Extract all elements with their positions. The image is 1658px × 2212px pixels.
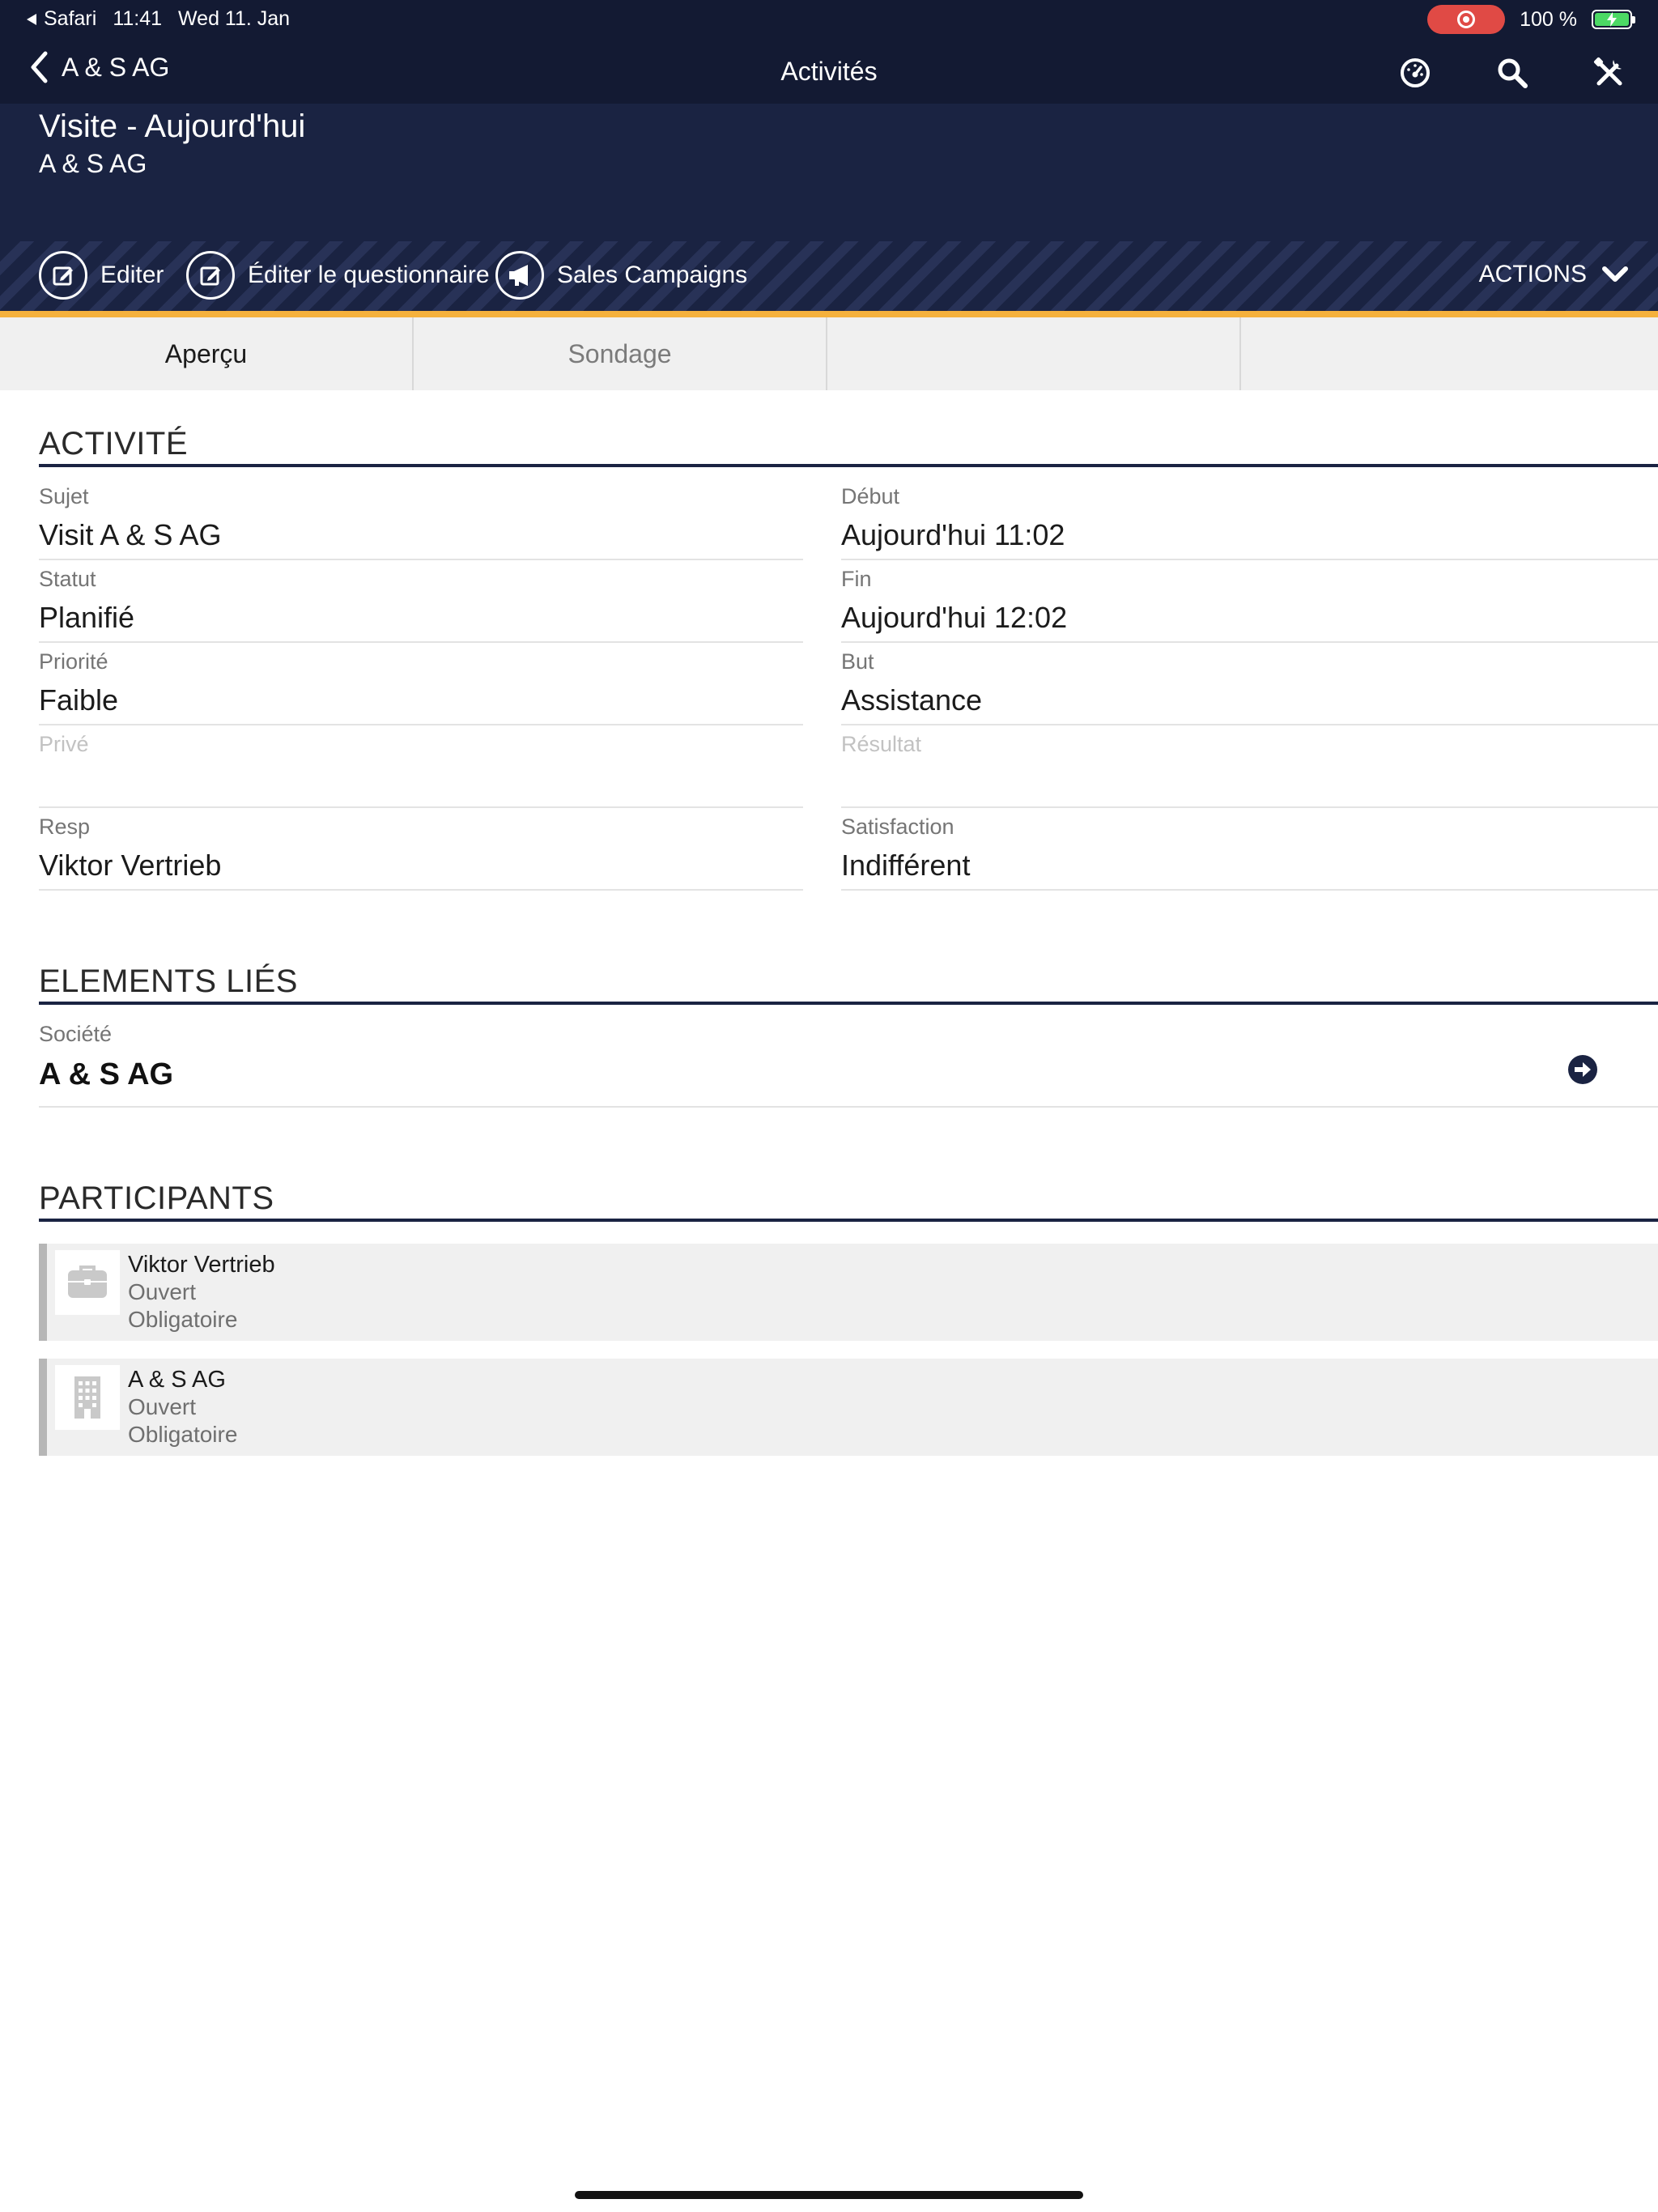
dashboard-icon (1401, 58, 1430, 87)
back-to-app[interactable]: Safari (26, 7, 96, 31)
edit-questionnaire-label: Éditer le questionnaire (248, 262, 490, 288)
participant-requirement: Obligatoire (128, 1307, 238, 1332)
dashboard-button[interactable] (1392, 50, 1438, 96)
status-time: 11:41 (113, 7, 163, 30)
edit-button-label: Editer (100, 262, 164, 288)
tools-icon (1593, 57, 1622, 86)
tab-bar: Aperçu Sondage (0, 317, 1658, 390)
field-label: Résultat (841, 732, 922, 756)
home-indicator[interactable] (575, 2191, 1083, 2199)
back-triangle-icon (27, 13, 36, 25)
tools-button[interactable] (1587, 50, 1632, 96)
field-resultat[interactable]: Résultat (841, 725, 1658, 808)
linked-company-label: Société (39, 1022, 113, 1046)
action-toolbar: Editer Éditer le questionnaire Sales Cam… (0, 241, 1658, 311)
field-value: Aujourd'hui 11:02 (841, 518, 1065, 551)
participant-name: Viktor Vertrieb (128, 1252, 275, 1278)
field-value: Assistance (841, 683, 983, 717)
back-app-label: Safari (44, 7, 97, 30)
participant-item[interactable]: A & S AG Ouvert Obligatoire (39, 1359, 1658, 1456)
tab-empty (827, 317, 1241, 390)
battery-percent: 100 % (1520, 7, 1577, 31)
record-subtitle: A & S AG (39, 149, 147, 178)
field-label: Fin (841, 567, 872, 591)
field-value: Planifié (39, 601, 135, 634)
field-value: Indifférent (841, 849, 971, 882)
field-label: Satisfaction (841, 815, 954, 839)
megaphone-icon (495, 251, 544, 300)
field-resp[interactable]: Resp Viktor Vertrieb (39, 808, 803, 891)
participant-status: Ouvert (128, 1279, 197, 1304)
header-area: Safari 11:41 Wed 11. Jan 100 % A & S AG … (0, 0, 1658, 241)
search-button[interactable] (1490, 50, 1535, 96)
record-title: Visite - Aujourd'hui (39, 108, 306, 144)
actions-menu-label: ACTIONS (1478, 261, 1587, 287)
arrow-circle-right-icon (1568, 1055, 1597, 1084)
linked-company-value: A & S AG (39, 1057, 174, 1091)
tab-sondage[interactable]: Sondage (414, 317, 827, 390)
participant-item[interactable]: Viktor Vertrieb Ouvert Obligatoire (39, 1244, 1658, 1341)
field-label: Resp (39, 815, 91, 839)
field-label: Sujet (39, 484, 89, 508)
battery-fill (1595, 12, 1629, 27)
actions-menu-button[interactable]: ACTIONS (1479, 261, 1629, 288)
field-satisfaction[interactable]: Satisfaction Indifférent (841, 808, 1658, 891)
building-icon (55, 1365, 120, 1430)
field-value: Visit A & S AG (39, 518, 222, 551)
field-label: Priorité (39, 649, 108, 674)
section-title-participants: PARTICIPANTS (39, 1180, 1658, 1222)
field-label: But (841, 649, 874, 674)
field-label: Statut (39, 567, 96, 591)
section-title-elements-lies: ELEMENTS LIÉS (39, 963, 1658, 1005)
field-priorite[interactable]: Priorité Faible (39, 643, 803, 725)
chevron-down-icon (1602, 266, 1628, 282)
sales-campaigns-label: Sales Campaigns (557, 262, 748, 288)
edit-questionnaire-button[interactable]: Éditer le questionnaire (186, 251, 490, 300)
field-value: Faible (39, 683, 119, 717)
field-debut[interactable]: Début Aujourd'hui 11:02 (841, 478, 1658, 560)
battery-icon (1592, 10, 1635, 29)
linked-company-row[interactable]: Société A & S AG (39, 1014, 1658, 1108)
edit-icon (186, 251, 235, 300)
sales-campaigns-button[interactable]: Sales Campaigns (495, 251, 747, 300)
participant-requirement: Obligatoire (128, 1422, 238, 1447)
field-but[interactable]: But Assistance (841, 643, 1658, 725)
record-icon (1457, 11, 1476, 28)
field-label: Début (841, 484, 900, 508)
charging-bolt-icon (1607, 12, 1617, 27)
field-sujet[interactable]: Sujet Visit A & S AG (39, 478, 803, 560)
field-label: Privé (39, 732, 89, 756)
edit-icon (39, 251, 87, 300)
field-value: Viktor Vertrieb (39, 849, 222, 882)
tab-apercu[interactable]: Aperçu (0, 317, 414, 390)
field-prive[interactable]: Privé (39, 725, 803, 808)
accent-divider (0, 311, 1658, 317)
navigation-bar: A & S AG Activités (0, 39, 1658, 104)
field-statut[interactable]: Statut Planifié (39, 560, 803, 643)
briefcase-icon (55, 1250, 120, 1315)
section-title-activite: ACTIVITÉ (39, 426, 1658, 467)
screen-recording-indicator[interactable] (1427, 5, 1506, 34)
status-bar: Safari 11:41 Wed 11. Jan 100 % (0, 0, 1658, 39)
field-value: Aujourd'hui 12:02 (841, 601, 1068, 634)
participant-status: Ouvert (128, 1394, 197, 1419)
field-fin[interactable]: Fin Aujourd'hui 12:02 (841, 560, 1658, 643)
navigate-arrow-button[interactable] (1567, 1054, 1598, 1085)
status-date: Wed 11. Jan (178, 7, 291, 30)
participant-name: A & S AG (128, 1367, 226, 1393)
edit-button[interactable]: Editer (39, 251, 164, 300)
search-icon (1498, 58, 1528, 88)
